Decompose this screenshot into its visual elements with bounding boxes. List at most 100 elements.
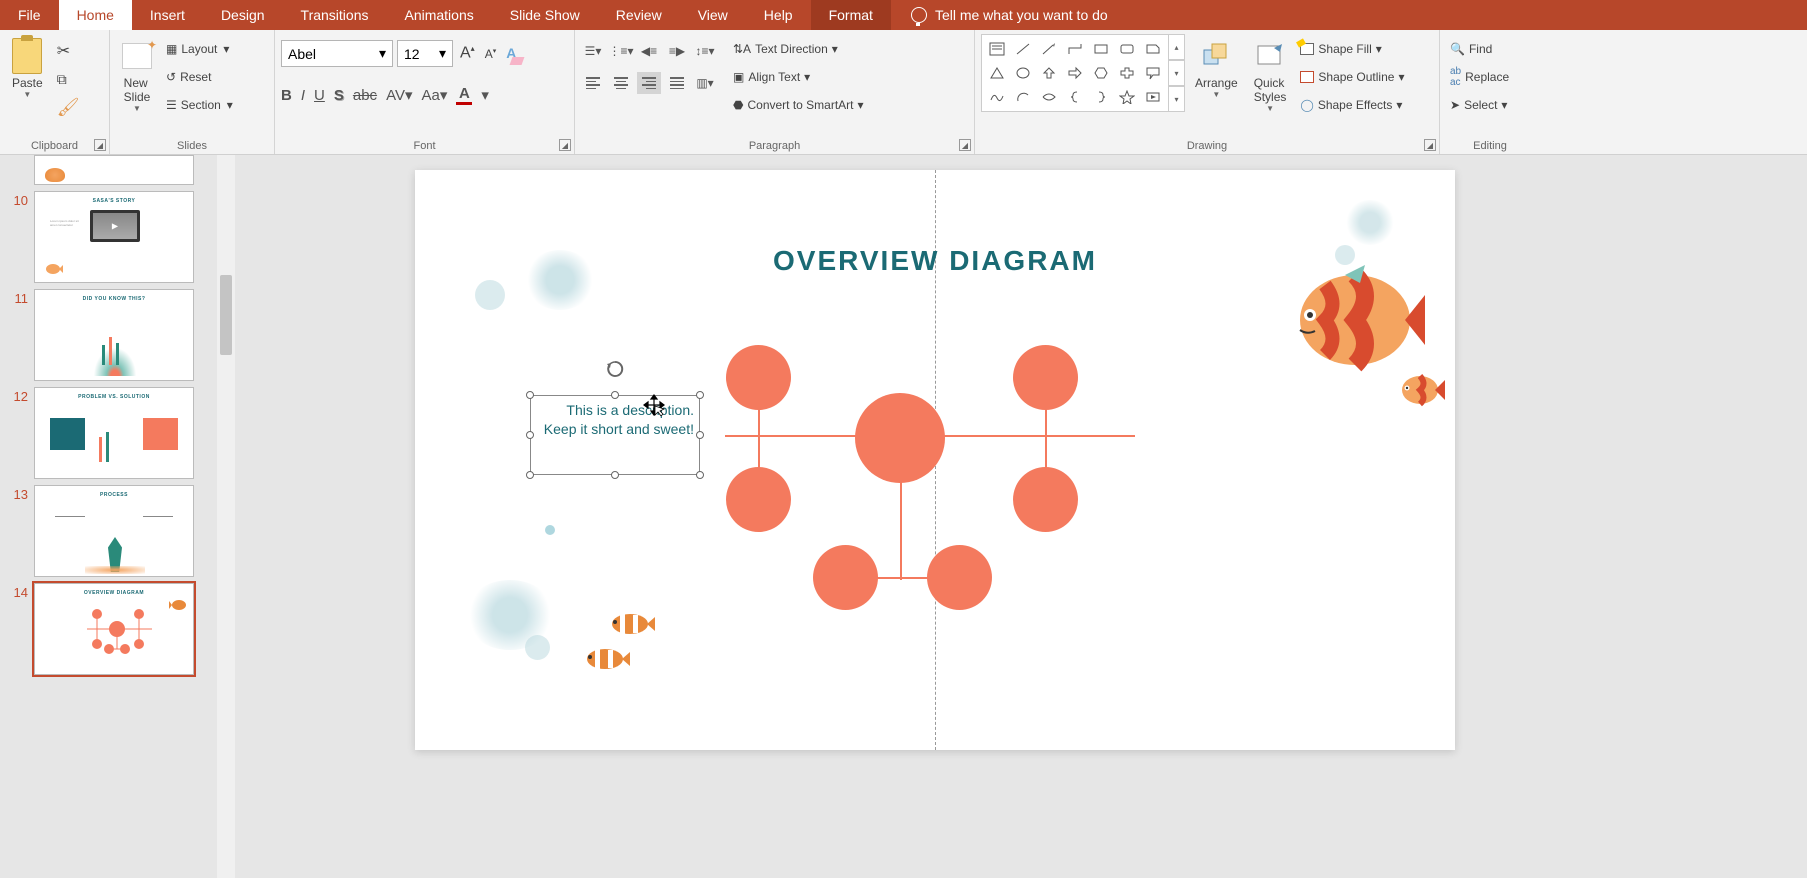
selected-textbox[interactable]: This is a description. Keep it short and… (530, 395, 700, 475)
shape-line[interactable] (1011, 38, 1035, 60)
diagram-node-center[interactable] (855, 393, 945, 483)
tell-me-search[interactable]: Tell me what you want to do (911, 7, 1108, 23)
copy-button[interactable]: ⧉ (53, 66, 84, 92)
quick-styles-button[interactable]: Quick Styles▼ (1248, 34, 1293, 115)
diagram-node[interactable] (927, 545, 992, 610)
thumbnail-10[interactable]: 10 SASA'S STORY ▶ Lorem ipsum dolor sit … (4, 191, 231, 283)
change-case-button[interactable]: Aa▾ (422, 86, 448, 104)
slide-thumbnails-pane[interactable]: 10 SASA'S STORY ▶ Lorem ipsum dolor sit … (0, 155, 235, 878)
tab-insert[interactable]: Insert (132, 0, 203, 30)
justify-button[interactable] (665, 72, 689, 94)
align-text-button[interactable]: ▣Align Text▾ (729, 64, 868, 90)
shape-action[interactable] (1141, 86, 1165, 108)
gallery-up-button[interactable]: ▴ (1169, 34, 1185, 60)
thumbnail-12[interactable]: 12 PROBLEM VS. SOLUTION (4, 387, 231, 479)
decrease-indent-button[interactable]: ◀≡ (637, 40, 661, 62)
slide-canvas-area[interactable]: OVERVIEW DIAGRAM (235, 155, 1807, 878)
drawing-dialog-launcher[interactable]: ◢ (1424, 139, 1436, 151)
shape-rectangle[interactable] (1089, 38, 1113, 60)
tab-animations[interactable]: Animations (386, 0, 491, 30)
shape-connector[interactable] (1063, 38, 1087, 60)
font-color-dropdown[interactable]: ▾ (481, 86, 489, 104)
character-spacing-button[interactable]: AV▾ (386, 86, 412, 104)
textbox-content[interactable]: This is a description. Keep it short and… (536, 401, 694, 469)
shape-arrow-right[interactable] (1063, 62, 1087, 84)
shape-arrow-up[interactable] (1037, 62, 1061, 84)
cut-button[interactable]: ✂ (53, 38, 84, 64)
shapes-gallery[interactable] (981, 34, 1169, 112)
scrollbar-thumb[interactable] (220, 275, 232, 355)
resize-handle-tm[interactable] (611, 391, 619, 399)
shape-brace-right[interactable] (1089, 86, 1113, 108)
gallery-more-button[interactable]: ▾ (1169, 86, 1185, 112)
diagram-node[interactable] (1013, 467, 1078, 532)
shape-oval[interactable] (1011, 62, 1035, 84)
shape-rounded-rect[interactable] (1115, 38, 1139, 60)
bold-button[interactable]: B (281, 87, 292, 104)
resize-handle-br[interactable] (696, 471, 704, 479)
text-direction-button[interactable]: ⇅AText Direction▾ (729, 36, 868, 62)
line-spacing-button[interactable]: ↕≡▾ (693, 40, 717, 62)
underline-button[interactable]: U (314, 87, 325, 104)
columns-button[interactable]: ▥▾ (693, 72, 717, 94)
increase-indent-button[interactable]: ≡▶ (665, 40, 689, 62)
increase-font-button[interactable]: A▴ (457, 44, 478, 62)
find-button[interactable]: 🔍Find (1446, 36, 1513, 62)
layout-button[interactable]: ▦Layout▾ (162, 36, 237, 62)
clipboard-dialog-launcher[interactable]: ◢ (94, 139, 106, 151)
shape-fill-button[interactable]: Shape Fill▾ (1296, 36, 1408, 62)
shape-textbox[interactable] (985, 38, 1009, 60)
tab-format[interactable]: Format (811, 0, 891, 30)
convert-smartart-button[interactable]: ⬣Convert to SmartArt▾ (729, 92, 868, 118)
tab-file[interactable]: File (0, 0, 59, 30)
thumbnail-14[interactable]: 14 OVERVIEW DIAGRAM (4, 583, 231, 675)
tab-home[interactable]: Home (59, 0, 132, 30)
font-dialog-launcher[interactable]: ◢ (559, 139, 571, 151)
thumbnails-scrollbar[interactable] (217, 155, 235, 878)
gallery-down-button[interactable]: ▾ (1169, 60, 1185, 86)
resize-handle-bm[interactable] (611, 471, 619, 479)
diagram-node[interactable] (726, 467, 791, 532)
shape-arrow-line[interactable] (1037, 38, 1061, 60)
align-right-button[interactable] (637, 72, 661, 94)
resize-handle-tr[interactable] (696, 391, 704, 399)
thumbnail-13[interactable]: 13 PROCESS (4, 485, 231, 577)
shape-plus[interactable] (1115, 62, 1139, 84)
overview-diagram[interactable] (695, 345, 1395, 645)
section-button[interactable]: ☰Section▾ (162, 92, 237, 118)
tab-help[interactable]: Help (746, 0, 811, 30)
tab-design[interactable]: Design (203, 0, 283, 30)
bullets-button[interactable]: ☰▾ (581, 40, 605, 62)
shape-star[interactable] (1115, 86, 1139, 108)
resize-handle-bl[interactable] (526, 471, 534, 479)
font-color-button[interactable]: A (456, 85, 472, 105)
paragraph-dialog-launcher[interactable]: ◢ (959, 139, 971, 151)
tab-slideshow[interactable]: Slide Show (492, 0, 598, 30)
shape-curve[interactable] (1037, 86, 1061, 108)
shadow-button[interactable]: S (334, 87, 344, 104)
thumbnail-9-partial[interactable] (4, 155, 231, 185)
italic-button[interactable]: I (301, 87, 305, 104)
thumbnail-11[interactable]: 11 DID YOU KNOW THIS? (4, 289, 231, 381)
replace-button[interactable]: abacReplace (1446, 64, 1513, 90)
shape-callout[interactable] (1141, 62, 1165, 84)
tab-review[interactable]: Review (598, 0, 680, 30)
diagram-node[interactable] (813, 545, 878, 610)
shape-hexagon[interactable] (1089, 62, 1113, 84)
font-name-combo[interactable]: Abel▾ (281, 40, 393, 67)
decrease-font-button[interactable]: A▾ (482, 47, 500, 61)
strikethrough-button[interactable]: abc (353, 87, 377, 104)
select-button[interactable]: ➤Select▾ (1446, 92, 1513, 118)
shape-outline-button[interactable]: Shape Outline▾ (1296, 64, 1408, 90)
tab-transitions[interactable]: Transitions (283, 0, 387, 30)
diagram-node[interactable] (726, 345, 791, 410)
arrange-button[interactable]: Arrange▼ (1189, 34, 1244, 101)
rotation-handle[interactable] (605, 359, 625, 379)
shape-brace-left[interactable] (1063, 86, 1087, 108)
numbering-button[interactable]: ⋮≡▾ (609, 40, 633, 62)
align-center-button[interactable] (609, 72, 633, 94)
format-painter-button[interactable]: 🖌 (53, 94, 84, 120)
shape-effects-button[interactable]: ◯Shape Effects▾ (1296, 92, 1408, 118)
shape-arc[interactable] (1011, 86, 1035, 108)
shape-snip-rect[interactable] (1141, 38, 1165, 60)
